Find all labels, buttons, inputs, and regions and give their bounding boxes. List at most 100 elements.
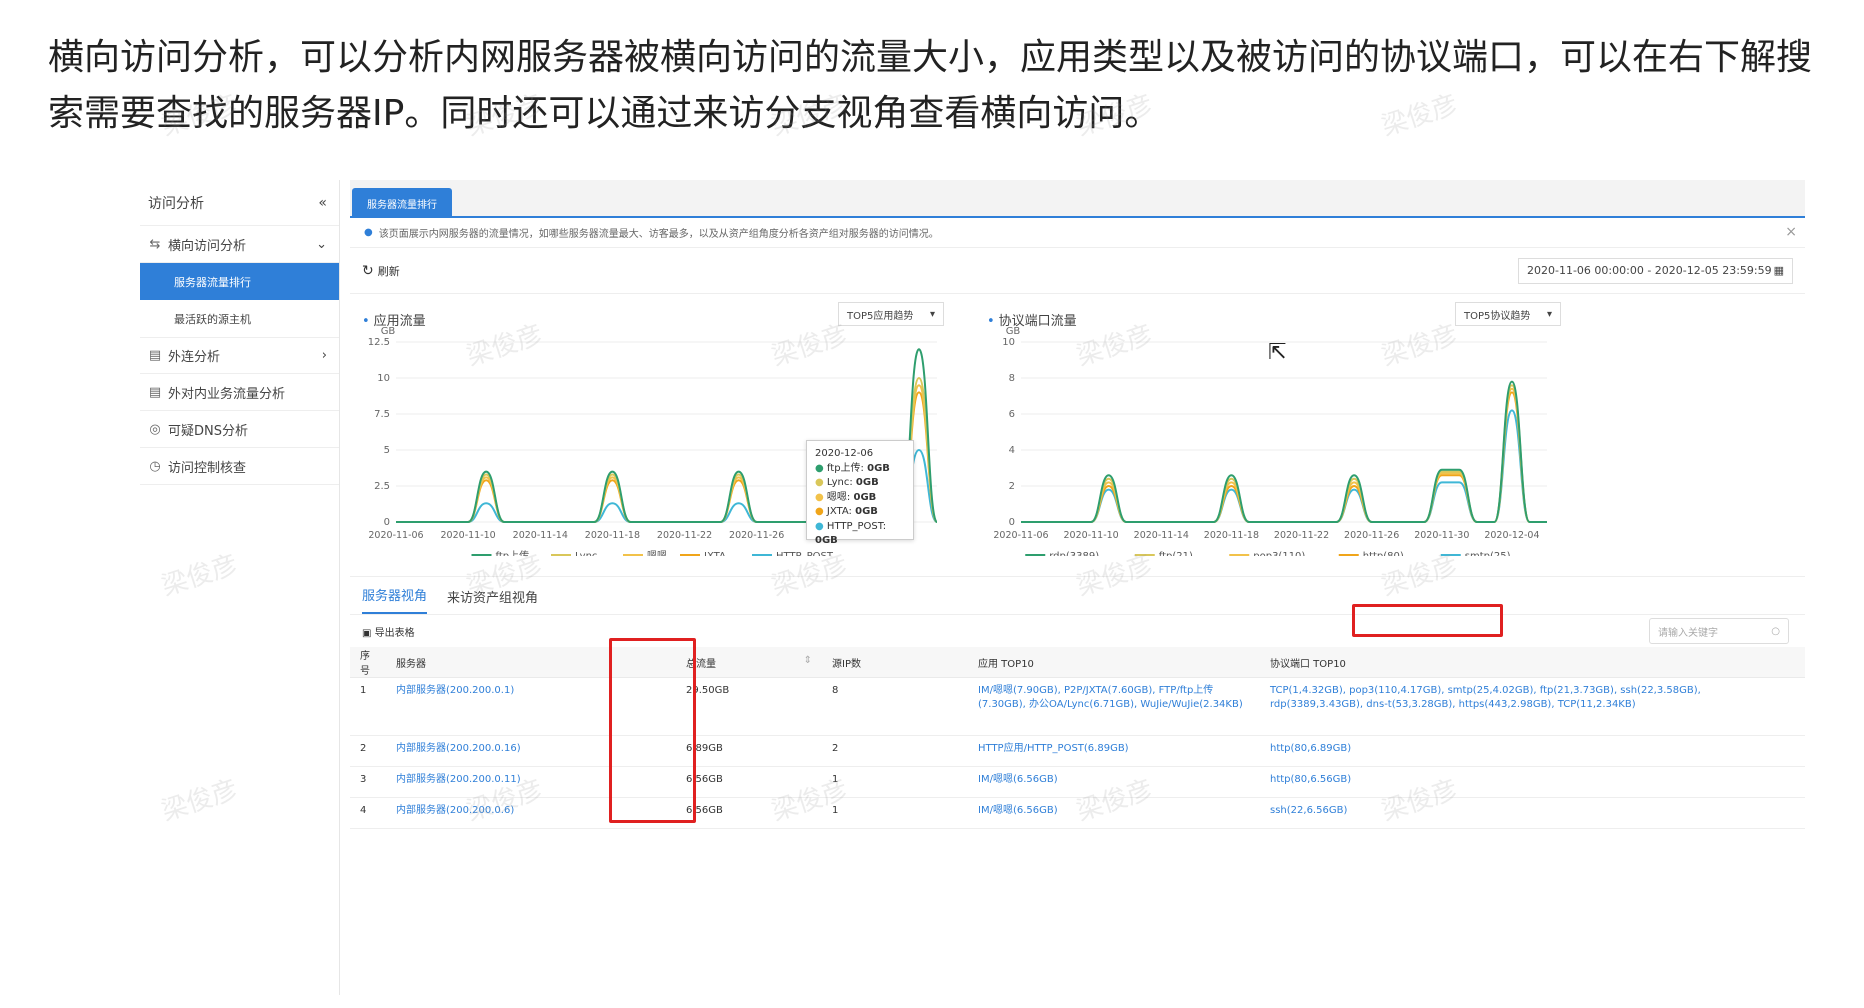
refresh-icon: ↻ <box>362 262 374 279</box>
col-src-ip: 源IP数 <box>822 647 968 678</box>
table-row: 2 内部服务器(200.200.0.16) 6.89GB 2 HTTP应用/HT… <box>350 735 1805 767</box>
x-tick-label: 2020-11-14 <box>1134 530 1189 541</box>
legend-label: JXTA <box>703 551 726 556</box>
port-links[interactable]: ssh(22,6.56GB) <box>1260 797 1805 829</box>
y-tick-label: 2.5 <box>374 481 390 492</box>
y-tick-label: 7.5 <box>374 409 390 420</box>
col-total[interactable]: 总流量 ⇕ <box>676 647 822 678</box>
legend-label: ftp(21) <box>1159 551 1193 556</box>
export-button[interactable]: ▣ 导出表格 <box>362 624 415 639</box>
notice-bar: ● 该页面展示内网服务器的流量情况，如哪些服务器流量最大、访客最多，以及从资产组… <box>350 218 1805 248</box>
sidebar-item-dns[interactable]: ◎ 可疑DNS分析 <box>140 411 339 448</box>
date-range-value: 2020-11-06 00:00:00 - 2020-12-05 23:59:5… <box>1527 264 1772 277</box>
legend-label: ftp上传 <box>496 550 530 556</box>
y-tick-label: 8 <box>1009 373 1015 384</box>
app-links[interactable]: HTTP应用/HTTP_POST(6.89GB) <box>968 735 1260 767</box>
port-traffic-chart: GB 0 2 4 6 8 10 2020-11-06 2020-11-10 2020-11-14 2… <box>993 326 1547 556</box>
tab-server-view[interactable]: 服务器视角 <box>362 585 428 614</box>
y-unit-label: GB <box>1006 326 1021 337</box>
y-tick-label: 5 <box>384 445 390 456</box>
doc-icon: ▤ <box>148 348 162 363</box>
view-tabs: 服务器视角 来访资产组视角 <box>350 577 1805 615</box>
legend-label: smtp(25) <box>1465 551 1511 556</box>
sidebar: 访问分析 « ⇆ 横向访问分析 ⌄ 服务器流量排行 最活跃的源主机 ▤ 外连分析 ›… <box>140 180 340 995</box>
highlight-search-box <box>1352 604 1503 637</box>
table-section: 服务器视角 来访资产组视角 ▣ 导出表格 请输入关键字 ○ 序号 服务器 总流量… <box>350 576 1805 995</box>
sidebar-item-lateral[interactable]: ⇆ 横向访问分析 ⌄ <box>140 226 339 263</box>
y-tick-label: 6 <box>1009 409 1015 420</box>
table-header: 序号 服务器 总流量 ⇕ 源IP数 应用 TOP10 协议端口 TOP10 <box>350 647 1805 678</box>
port-links[interactable]: http(80,6.56GB) <box>1260 766 1805 798</box>
x-tick-label: 2020-11-14 <box>513 530 568 541</box>
search-input[interactable]: 请输入关键字 ○ <box>1649 618 1789 644</box>
sidebar-item-label: 外对内业务流量分析 <box>168 386 286 402</box>
legend-label: pop3(110) <box>1253 551 1305 556</box>
share-icon: ⇆ <box>149 236 161 252</box>
x-tick-label: 2020-11-22 <box>1274 530 1329 541</box>
x-tick-label: 2020-11-22 <box>657 530 712 541</box>
port-links[interactable]: http(80,6.89GB) <box>1260 735 1805 767</box>
y-tick-label: 10 <box>377 373 390 384</box>
sidebar-header: 访问分析 « <box>140 180 339 226</box>
chevron-right-icon: › <box>321 348 327 363</box>
app-links[interactable]: IM/嗯嗯(7.90GB), P2P/JXTA(7.60GB), FTP/ftp… <box>968 677 1260 736</box>
x-tick-label: 2020-11-06 <box>993 530 1048 541</box>
tab-server-rank[interactable]: 服务器流量排行 <box>352 188 452 218</box>
mouse-cursor-icon: ⇱ <box>1268 340 1287 365</box>
port-links[interactable]: TCP(1,4.32GB), pop3(110,4.17GB), smtp(25… <box>1260 677 1805 736</box>
sidebar-subitem-active-hosts[interactable]: 最活跃的源主机 <box>140 300 339 337</box>
x-tick-label: 2020-11-30 <box>1414 530 1469 541</box>
headline-text: 横向访问分析，可以分析内网服务器被横向访问的流量大小，应用类型以及被访问的协议端… <box>48 37 1813 134</box>
table-row: 1 内部服务器(200.200.0.1) 29.50GB 8 IM/嗯嗯(7.9… <box>350 677 1805 736</box>
user-icon: ● <box>364 227 373 238</box>
toolbar: ↻ 刷新 2020-11-06 00:00:00 - 2020-12-05 23:… <box>350 248 1805 294</box>
y-tick-label: 10 <box>1002 337 1015 348</box>
legend-label: HTTP_POST <box>776 551 834 556</box>
app-links[interactable]: IM/嗯嗯(6.56GB) <box>968 766 1260 798</box>
tooltip-row: ● HTTP_POST: 0GB <box>815 520 887 547</box>
calendar-icon: ▦ <box>1773 264 1784 277</box>
y-tick-label: 4 <box>1009 445 1015 456</box>
tooltip-row: ● JXTA: 0GB <box>815 506 878 517</box>
y-tick-label: 2 <box>1009 481 1015 492</box>
doc-icon: ▤ <box>148 384 162 400</box>
series-line <box>1021 380 1547 523</box>
x-tick-label: 2020-11-06 <box>368 530 423 541</box>
y-unit-label: GB <box>381 326 396 337</box>
tab-asset-group-view[interactable]: 来访资产组视角 <box>447 587 538 614</box>
sidebar-item-access-control[interactable]: ◷ 访问控制核查 <box>140 448 339 485</box>
legend-label: Lync <box>575 551 597 556</box>
sidebar-title: 访问分析 <box>148 195 204 212</box>
app-links[interactable]: IM/嗯嗯(6.56GB) <box>968 797 1260 829</box>
date-range-picker[interactable]: 2020-11-06 00:00:00 - 2020-12-05 23:59:5… <box>1518 257 1793 284</box>
x-tick-label: 2020-11-18 <box>585 530 640 541</box>
x-tick-label: 2020-11-26 <box>729 530 784 541</box>
x-tick-label: 2020-11-18 <box>1204 530 1259 541</box>
tooltip-date: 2020-12-06 <box>815 448 874 459</box>
close-icon[interactable]: × <box>1785 224 1797 240</box>
legend-label: http(80) <box>1363 551 1404 556</box>
tooltip-row: ● Lync: 0GB <box>815 477 879 488</box>
chevron-down-icon: ⌄ <box>316 236 327 252</box>
x-tick-label: 2020-11-10 <box>441 530 496 541</box>
sidebar-item-outbound[interactable]: ▤ 外连分析 › <box>140 337 339 374</box>
sidebar-item-label: 外连分析 <box>168 350 221 365</box>
x-tick-label: 2020-11-10 <box>1064 530 1119 541</box>
search-icon: ○ <box>1771 625 1780 637</box>
sidebar-item-inbound-traffic[interactable]: ▤ 外对内业务流量分析 <box>140 374 339 411</box>
app-screenshot: 访问分析 « ⇆ 横向访问分析 ⌄ 服务器流量排行 最活跃的源主机 ▤ 外连分析 ›… <box>140 180 1805 995</box>
port-traffic-panel: • 协议端口流量 TOP5协议趋势 ▾ GB 0 2 4 6 8 10 2020-11-06 202… <box>975 296 1565 556</box>
server-table: 序号 服务器 总流量 ⇕ 源IP数 应用 TOP10 协议端口 TOP10 1 内… <box>350 647 1805 829</box>
sidebar-subitem-server-rank[interactable]: 服务器流量排行 <box>140 263 339 300</box>
dns-icon: ◎ <box>149 421 161 437</box>
col-index: 序号 <box>350 647 386 678</box>
refresh-button[interactable]: ↻ 刷新 <box>362 263 400 279</box>
clock-icon: ◷ <box>149 458 161 474</box>
export-icon: ▣ <box>362 627 372 639</box>
collapse-icon[interactable]: « <box>318 195 327 211</box>
y-tick-label: 12.5 <box>368 337 390 348</box>
sort-icon: ⇕ <box>803 654 812 666</box>
x-tick-label: 2020-12-04 <box>1484 530 1539 541</box>
legend-label: rdp(3389) <box>1049 551 1099 556</box>
col-app-top10: 应用 TOP10 <box>968 647 1260 678</box>
